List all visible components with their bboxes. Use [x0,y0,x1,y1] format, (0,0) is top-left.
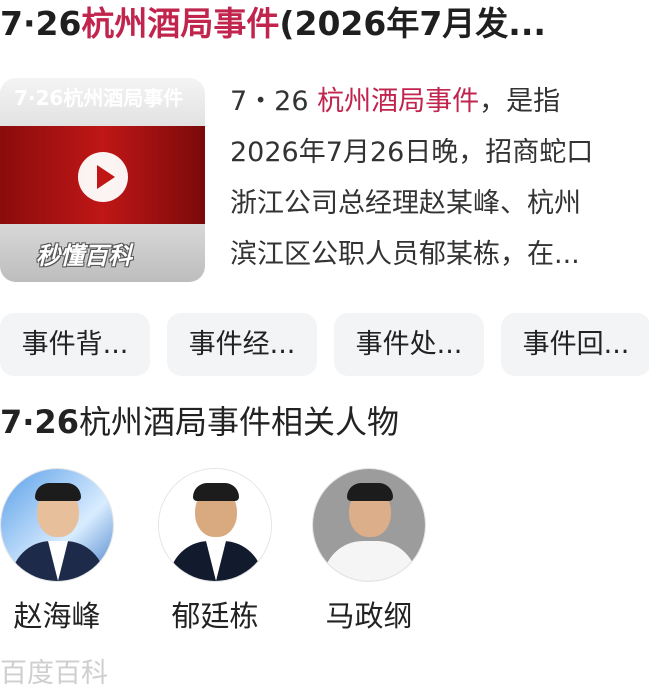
chip-event-handling[interactable]: 事件处... [334,313,484,376]
avatar-hair [347,483,393,501]
chip-event-background[interactable]: 事件背... [0,313,150,376]
summary-suffix: ，是指 [479,86,561,117]
person-card[interactable]: 马政纲 [312,468,426,636]
person-card[interactable]: 郁廷栋 [158,468,272,636]
people-section-title: 7·26杭州酒局事件相关人物 [0,400,399,444]
thumbnail-logo: 秒懂百科 [36,242,132,270]
result-summary[interactable]: 7・26 杭州酒局事件，是指 2026年7月26日晚，招商蛇口 浙江公司总经理赵… [230,76,644,280]
title-prefix: 7·26 [0,4,82,43]
chip-event-response[interactable]: 事件回... [501,313,649,376]
chip-event-process[interactable]: 事件经... [167,313,317,376]
summary-prefix: 7・26 [230,86,318,117]
title-highlight: 杭州酒局事件 [81,4,280,43]
summary-highlight: 杭州酒局事件 [317,86,480,117]
avatar-hair [35,483,81,501]
avatar-hair [193,483,239,501]
person-name[interactable]: 赵海峰 [0,596,114,636]
summary-line-1: 7・26 杭州酒局事件，是指 [230,76,644,127]
person-name[interactable]: 郁廷栋 [158,596,272,636]
avatar[interactable] [0,468,114,582]
section-title-num: 7·26 [0,403,79,441]
summary-line-4: 滨江区公职人员郁某栋，在... [230,239,580,270]
summary-line-3: 浙江公司总经理赵某峰、杭州 [230,188,581,219]
avatar[interactable] [312,468,426,582]
result-title[interactable]: 7·26杭州酒局事件(2026年7月发... [0,2,649,46]
source-label[interactable]: 百度百科 [0,656,108,692]
title-suffix: (2026年7月发... [279,4,546,43]
person-name[interactable]: 马政纲 [312,596,426,636]
person-card[interactable]: 赵海峰 [0,468,114,636]
summary-line-2: 2026年7月26日晚，招商蛇口 [230,137,594,168]
section-title-text: 杭州酒局事件相关人物 [78,403,399,441]
thumbnail-overlay-text: 7·26杭州酒局事件 [14,86,184,110]
avatar[interactable] [158,468,272,582]
play-icon[interactable] [78,152,128,202]
